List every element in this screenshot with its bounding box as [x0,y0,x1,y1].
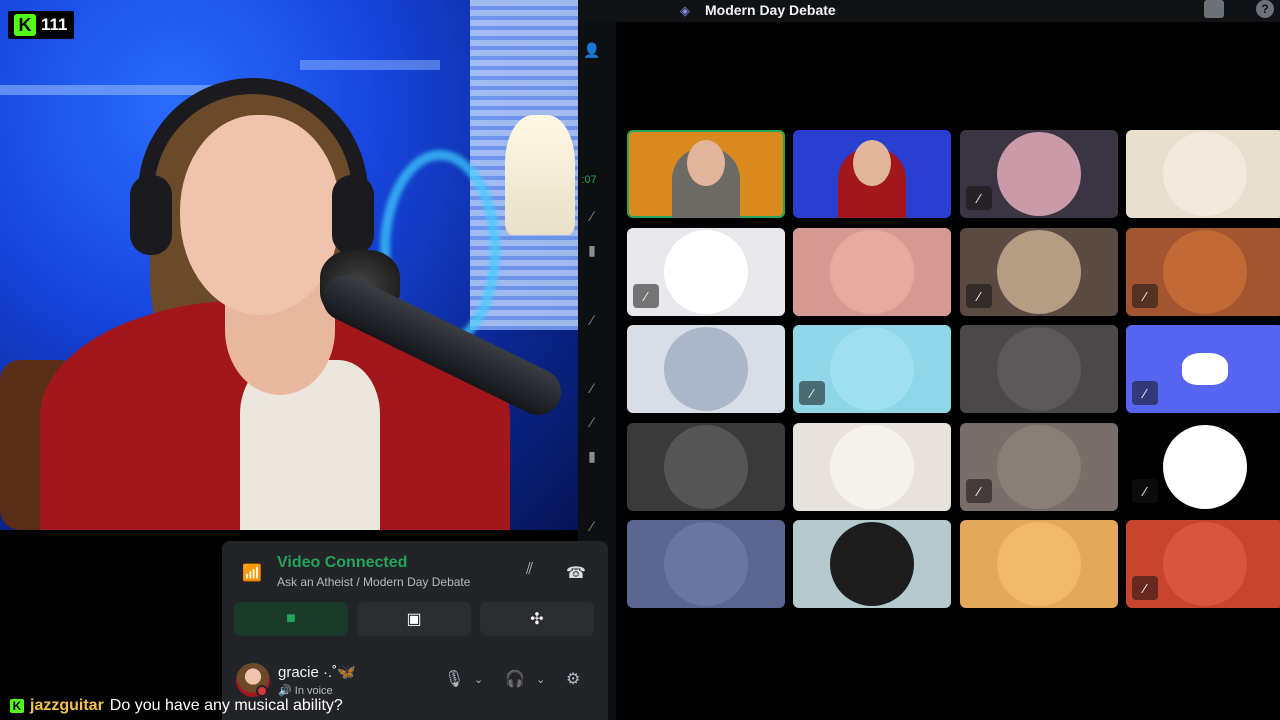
discord-logo-icon [1182,353,1228,385]
mic-muted-icon: ⁄ [799,381,825,405]
screen-share-icon: ▣ [406,611,422,628]
strip-timestamp: :07 [581,174,597,186]
chat-message: Do you have any musical ability? [109,697,343,714]
help-icon[interactable]: ? [1256,0,1274,18]
microphone-icon[interactable]: 🎙 [444,669,464,689]
participant-tile[interactable]: ⁄ [1126,325,1280,413]
inbox-icon[interactable] [1204,0,1224,18]
participant-avatar [1163,230,1247,314]
channel-title: Modern Day Debate [705,2,836,18]
headphones-icon[interactable]: 🎧 [505,669,525,689]
participant-avatar [997,425,1081,509]
mic-muted-icon: ⁄ [590,518,594,534]
mic-muted-icon: ⁄ [590,208,594,224]
discord-default-avatar [1163,327,1247,411]
participant-tile[interactable] [627,130,785,218]
camera-icon: ▮ [588,241,596,258]
chat-username: jazzguitar [30,697,104,714]
participant-tile[interactable] [793,423,951,511]
participant-tile[interactable]: ⁄ [627,228,785,316]
participant-tile[interactable] [793,130,951,218]
channel-header: ◈ Modern Day Debate ? [578,0,1280,22]
participant-tile[interactable]: ⁄ [1126,520,1280,608]
mic-muted-icon: ⁄ [1132,576,1158,600]
mic-muted-icon: ⁄ [590,414,594,430]
mic-muted-icon: ⁄ [966,284,992,308]
participant-tile[interactable] [960,325,1118,413]
participant-avatar [1163,522,1247,606]
participant-tile[interactable]: ⁄ [960,130,1118,218]
participant-tile[interactable]: ⁄ [1126,228,1280,316]
stream-layout: K 111 👤 :07 ⁄ ▮ ⁄ ⁄ ⁄ ▮ ⁄ ◈ Modern Day D… [0,0,1280,720]
participant-avatar [664,230,748,314]
noise-suppression-icon[interactable]: ⫽ [526,561,533,579]
camera-button[interactable]: ■ [234,602,348,636]
shelf [300,60,440,70]
participant-tile[interactable] [793,520,951,608]
participant-tile[interactable]: ⁄ [960,228,1118,316]
activities-icon: ✣ [530,611,544,628]
mic-muted-icon: ⁄ [966,479,992,503]
participant-avatar [664,522,748,606]
kick-logo-icon: K [14,14,36,36]
chat-overlay: K jazzguitar Do you have any musical abi… [0,694,616,718]
chevron-down-icon[interactable]: ⌄ [536,673,545,686]
mic-muted-icon: ⁄ [966,186,992,210]
participant-tile[interactable] [960,520,1118,608]
participant-avatar [830,327,914,411]
participant-tile[interactable]: ⁄ [793,325,951,413]
chevron-down-icon[interactable]: ⌄ [474,673,483,686]
participant-avatar [997,522,1081,606]
kick-logo-icon: K [10,699,24,713]
participant-avatar [1163,425,1247,509]
participant-face [853,140,891,186]
username[interactable]: gracie ·.˚🦋 [278,663,356,681]
disconnect-icon[interactable]: ☎ [566,563,586,583]
viewer-count: 111 [41,15,68,34]
voice-location[interactable]: Ask an Atheist / Modern Day Debate [277,575,470,589]
viewer-count-badge: K 111 [8,11,74,39]
participant-avatar [830,425,914,509]
settings-gear-icon[interactable]: ⚙ [566,669,580,689]
participant-avatar [997,327,1081,411]
participant-tile[interactable] [1126,130,1280,218]
participant-avatar [830,522,914,606]
participant-avatar [664,425,748,509]
participant-avatar [830,230,914,314]
mic-muted-icon: ⁄ [590,312,594,328]
add-member-icon[interactable]: 👤 [582,40,602,60]
activities-button[interactable]: ✣ [480,602,594,636]
camera-icon: ■ [286,610,296,627]
webcam-feed: K 111 [0,0,578,530]
participant-face [687,140,725,186]
screen-share-button[interactable]: ▣ [357,602,471,636]
mic-muted-icon: ⁄ [633,284,659,308]
participant-tile[interactable]: ⁄ [1126,423,1280,511]
participant-tile[interactable] [627,325,785,413]
headphone-cup [332,175,374,255]
camera-icon: ▮ [588,447,596,464]
voice-connection-panel: 📶 Video Connected Ask an Atheist / Moder… [222,541,608,641]
mic-muted-icon: ⁄ [1132,479,1158,503]
mic-muted-icon: ⁄ [1132,284,1158,308]
participant-avatar [997,230,1081,314]
mic-muted-icon: ⁄ [1132,381,1158,405]
voice-status[interactable]: Video Connected [277,554,407,572]
lamp [505,115,575,235]
participant-avatar [997,132,1081,216]
participant-tile[interactable]: ⁄ [960,423,1118,511]
participant-avatar [664,327,748,411]
participant-tile[interactable] [627,423,785,511]
participant-avatar [1163,132,1247,216]
participant-tile[interactable] [793,228,951,316]
mic-muted-icon: ⁄ [590,380,594,396]
channel-icon: ◈ [680,3,690,18]
signal-icon[interactable]: 📶 [242,563,262,583]
participant-tile[interactable] [627,520,785,608]
headphone-cup [130,175,172,255]
